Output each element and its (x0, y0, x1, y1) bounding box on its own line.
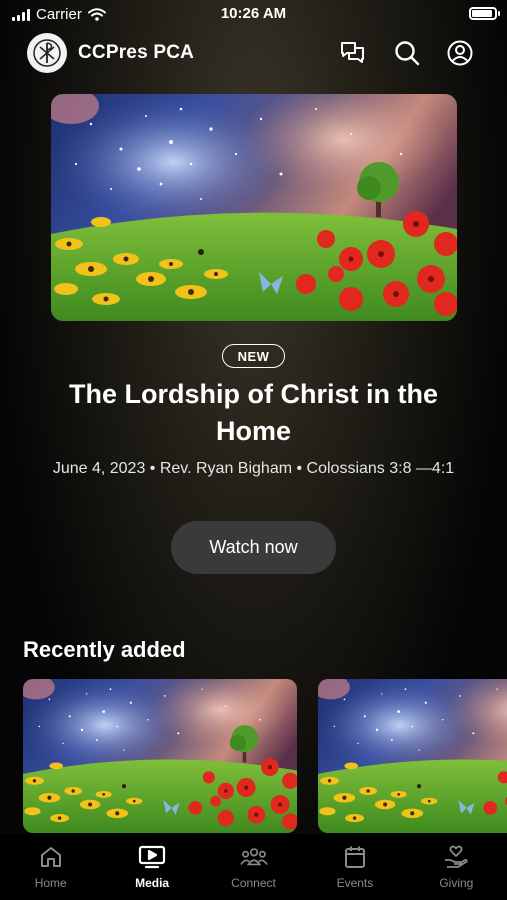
tab-bar: Home Media Connect Events Giving (0, 834, 507, 900)
church-name[interactable]: CCPres PCA (78, 42, 194, 64)
tab-media[interactable]: Media (101, 834, 202, 900)
home-icon (37, 844, 65, 870)
tab-connect[interactable]: Connect (203, 834, 304, 900)
media-icon (138, 844, 166, 870)
watch-now-button[interactable]: Watch now (171, 521, 336, 574)
tab-events[interactable]: Events (304, 834, 405, 900)
tab-label: Events (336, 876, 374, 890)
sermon-meta: June 4, 2023 • Rev. Ryan Bigham • Coloss… (52, 460, 455, 477)
status-time: 10:26 AM (220, 5, 287, 22)
battery-icon (469, 7, 500, 20)
tab-label: Connect (231, 876, 276, 890)
recently-added-heading: Recently added (23, 637, 186, 662)
sermon-title: The Lordship of Christ in the Home (69, 379, 438, 446)
sermon-artwork[interactable] (51, 94, 457, 321)
recent-media-card[interactable] (23, 679, 297, 833)
people-icon (239, 844, 268, 870)
chat-icon[interactable] (339, 39, 367, 67)
recent-media-card[interactable] (318, 679, 507, 833)
search-icon[interactable] (393, 39, 421, 67)
giving-icon (442, 844, 470, 870)
chi-rho-icon (33, 39, 61, 67)
tab-label: Home (34, 876, 67, 890)
calendar-icon (341, 844, 369, 870)
app-header: CCPres PCA (0, 32, 507, 74)
account-icon[interactable] (446, 39, 474, 67)
church-logo[interactable] (27, 33, 67, 73)
tab-label: Giving (439, 876, 474, 890)
tab-home[interactable]: Home (0, 834, 101, 900)
new-badge: NEW (222, 344, 285, 368)
tab-label: Media (135, 876, 170, 890)
status-bar: Carrier 10:26 AM (0, 0, 507, 30)
tab-giving[interactable]: Giving (406, 834, 507, 900)
